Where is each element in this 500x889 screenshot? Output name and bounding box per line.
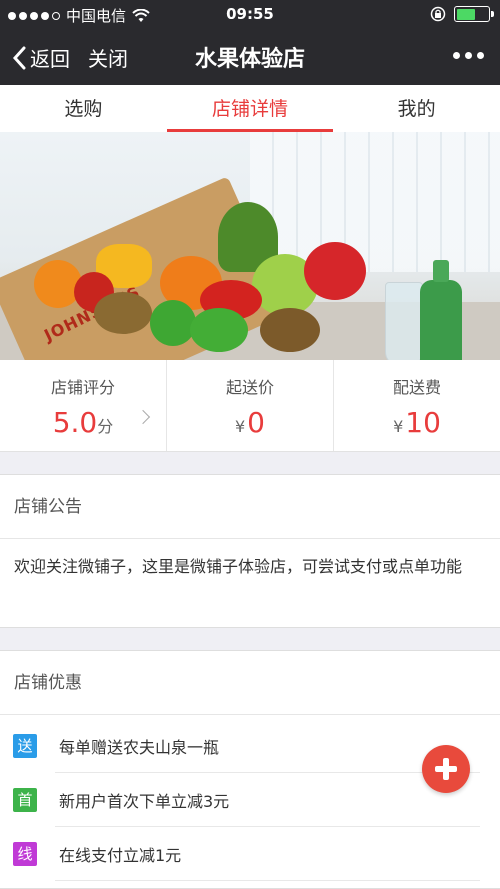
tab-bar: 选购 店铺详情 我的: [0, 85, 500, 132]
promo-text: 新用户首次下单立减3元: [59, 792, 230, 811]
currency-symbol: ¥: [393, 417, 404, 436]
status-time: 09:55: [226, 5, 274, 23]
banner-window: [250, 132, 500, 272]
kiwi-fruit-2: [260, 308, 320, 352]
kiwi-fruit: [94, 292, 152, 334]
notice-card: 店铺公告 欢迎关注微铺子，这里是微铺子体验店，可尝试支付或点单功能: [0, 474, 500, 628]
promo-text: 每单赠送农夫山泉一瓶: [59, 738, 220, 757]
battery-icon: [454, 6, 494, 22]
tab-shop[interactable]: 选购: [0, 85, 167, 132]
delivery-fee-number: 10: [405, 406, 441, 439]
currency-symbol: ¥: [234, 417, 246, 436]
promo-badge-gift: 送: [13, 734, 37, 758]
promo-badge-first: 首: [13, 788, 37, 812]
rating-stat[interactable]: 店铺评分 5.0分: [0, 360, 167, 451]
promotions-title: 店铺优惠: [0, 651, 500, 715]
store-stats: 店铺评分 5.0分 起送价 ¥0 配送费 ¥10: [0, 360, 500, 452]
nav-bar: 返回 关闭 水果体验店: [0, 30, 500, 85]
rating-label: 店铺评分: [50, 378, 115, 397]
tab-mine[interactable]: 我的: [333, 85, 500, 132]
tab-store-details[interactable]: 店铺详情: [166, 85, 334, 132]
banner-image[interactable]: JOHNSONS: [0, 132, 500, 360]
delivery-fee-stat: 配送费 ¥10: [334, 360, 500, 451]
min-order-number: 0: [247, 406, 265, 439]
lime-fruit: [150, 300, 196, 346]
glass-image: [385, 282, 423, 360]
promotion-item: 线 在线支付立减1元: [0, 827, 500, 881]
bottle-image: [420, 260, 462, 360]
min-order-label: 起送价: [225, 378, 274, 397]
status-bar: 中国电信 09:55: [0, 0, 500, 30]
more-dots-icon[interactable]: [453, 52, 484, 59]
red-apple-fruit-2: [304, 242, 366, 300]
min-order-value: ¥0: [167, 406, 333, 439]
promo-badge-online: 线: [13, 842, 37, 866]
delivery-fee-value: ¥10: [334, 406, 500, 439]
lime-fruit-2: [190, 308, 248, 352]
promo-text: 在线支付立减1元: [59, 846, 182, 865]
rating-number: 5.0: [52, 406, 98, 439]
min-order-stat: 起送价 ¥0: [167, 360, 334, 451]
notice-text: 欢迎关注微铺子，这里是微铺子体验店，可尝试支付或点单功能: [14, 557, 463, 576]
rotation-lock-icon: [430, 6, 446, 22]
page-title: 水果体验店: [194, 47, 305, 72]
status-right: [430, 6, 494, 22]
notice-title: 店铺公告: [0, 475, 500, 539]
plus-icon[interactable]: [422, 745, 470, 793]
rating-unit: 分: [97, 417, 114, 436]
delivery-fee-label: 配送费: [392, 378, 441, 397]
